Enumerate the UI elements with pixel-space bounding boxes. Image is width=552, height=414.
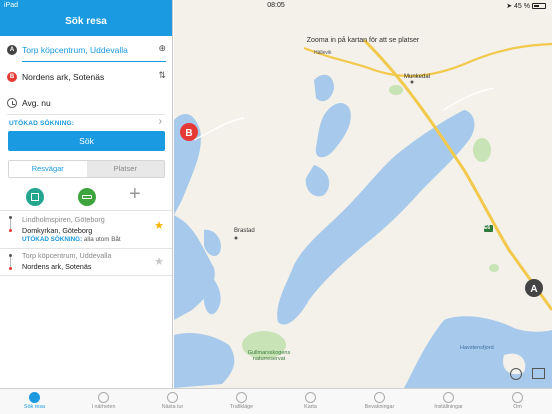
map-label-munkedal: Munkedal bbox=[404, 74, 431, 80]
divider bbox=[0, 275, 172, 276]
search-button[interactable]: Sök bbox=[8, 131, 165, 151]
to-input[interactable]: Nordens ark, Sotenäs bbox=[22, 72, 104, 82]
favorite-to: Domkyrkan, Göteborg bbox=[22, 226, 93, 235]
settings-star-icon bbox=[443, 392, 454, 403]
tab-bevakningar[interactable]: Bevakningar bbox=[345, 389, 414, 414]
map-label-hallevik: Hällevik bbox=[314, 50, 332, 56]
favorite-route-2[interactable]: Torp köpcentrum, Uddevalla Nordens ark, … bbox=[0, 250, 173, 274]
map-view[interactable]: B A Munkedal Brastad Gullmarsskogens nat… bbox=[174, 0, 552, 388]
tab-om[interactable]: Om bbox=[483, 389, 552, 414]
from-underline bbox=[22, 61, 166, 62]
tab-resvagar[interactable]: Resvägar bbox=[9, 161, 87, 177]
departure-time[interactable]: Avg. nu bbox=[22, 98, 51, 108]
divider bbox=[7, 114, 165, 115]
to-row[interactable]: B Nordens ark, Sotenäs ⇅ bbox=[0, 67, 173, 89]
tab-bar: Sök resa I närheten Nästa tur Trafikläge… bbox=[0, 388, 552, 414]
globe-icon bbox=[305, 392, 316, 403]
map-canvas: B A bbox=[174, 0, 552, 388]
tab-installningar[interactable]: Inställningar bbox=[414, 389, 483, 414]
road-shield-e6: E6 bbox=[484, 225, 491, 231]
map-layers-icon[interactable] bbox=[532, 368, 545, 379]
divider bbox=[0, 248, 172, 249]
location-arrow-icon: ➤ bbox=[506, 3, 515, 10]
tab-i-narheten[interactable]: I närheten bbox=[69, 389, 138, 414]
nearby-icon bbox=[98, 392, 109, 403]
tab-sok-resa[interactable]: Sök resa bbox=[0, 389, 69, 414]
clock: 08:05 bbox=[267, 2, 285, 9]
tab-platser[interactable]: Platser bbox=[86, 161, 164, 177]
search-panel: Sök resa A Torp köpcentrum, Uddevalla ⊕ … bbox=[0, 0, 173, 388]
from-row[interactable]: A Torp köpcentrum, Uddevalla ⊕ bbox=[0, 40, 173, 62]
from-input[interactable]: Torp köpcentrum, Uddevalla bbox=[22, 45, 128, 55]
star-filled-icon[interactable]: ★ bbox=[154, 219, 164, 232]
map-label-havsten: Havstensfjord bbox=[460, 345, 494, 351]
divider bbox=[0, 210, 172, 211]
map-label-gullmar: Gullmarsskogens naturreservat bbox=[247, 350, 291, 362]
battery-percent: 45 % bbox=[514, 3, 530, 10]
train-icon bbox=[29, 392, 40, 403]
advanced-search-link[interactable]: UTÖKAD SÖKNING: bbox=[9, 120, 74, 127]
tab-trafiklage[interactable]: Trafikläge bbox=[207, 389, 276, 414]
locate-me-icon[interactable] bbox=[510, 368, 522, 380]
favorite-from: Torp köpcentrum, Uddevalla bbox=[22, 251, 112, 260]
battery-indicator: ➤ 45 % bbox=[506, 2, 546, 10]
swap-icon[interactable]: ⇅ bbox=[158, 70, 166, 81]
time-row[interactable]: Avg. nu bbox=[0, 94, 173, 116]
favorite-extra: UTÖKAD SÖKNING: alla utom Båt bbox=[22, 236, 121, 243]
info-icon bbox=[512, 392, 523, 403]
origin-pin-icon: A bbox=[7, 45, 17, 55]
battery-icon bbox=[532, 3, 546, 9]
favorite-from: Lindholmspiren, Göteborg bbox=[22, 215, 105, 224]
segmented-control[interactable]: Resvägar Platser bbox=[8, 160, 165, 178]
favorite-to: Nordens ark, Sotenäs bbox=[22, 262, 92, 271]
home-shortcut-icon[interactable] bbox=[26, 188, 44, 206]
svg-text:A: A bbox=[530, 284, 537, 295]
work-shortcut-icon[interactable] bbox=[78, 188, 96, 206]
status-bar: iPad 08:05 ➤ 45 % bbox=[0, 0, 552, 12]
tab-karta[interactable]: Karta bbox=[276, 389, 345, 414]
watch-icon bbox=[374, 392, 385, 403]
tab-nasta-tur[interactable]: Nästa tur bbox=[138, 389, 207, 414]
svg-text:B: B bbox=[185, 128, 192, 139]
star-empty-icon[interactable]: ★ bbox=[154, 255, 164, 268]
destination-pin-icon: B bbox=[7, 72, 17, 82]
traffic-alert-icon bbox=[236, 392, 247, 403]
clock-icon bbox=[7, 98, 17, 108]
locate-icon[interactable]: ⊕ bbox=[158, 43, 166, 54]
chevron-right-icon[interactable]: › bbox=[159, 116, 162, 127]
next-departure-icon bbox=[167, 392, 178, 403]
map-hint: Zooma in på kartan för att se platser bbox=[306, 37, 420, 44]
favorite-route-1[interactable]: Lindholmspiren, Göteborg Domkyrkan, Göte… bbox=[0, 212, 173, 248]
map-label-brastad: Brastad bbox=[234, 228, 255, 234]
add-shortcut-icon[interactable]: + bbox=[129, 184, 141, 204]
